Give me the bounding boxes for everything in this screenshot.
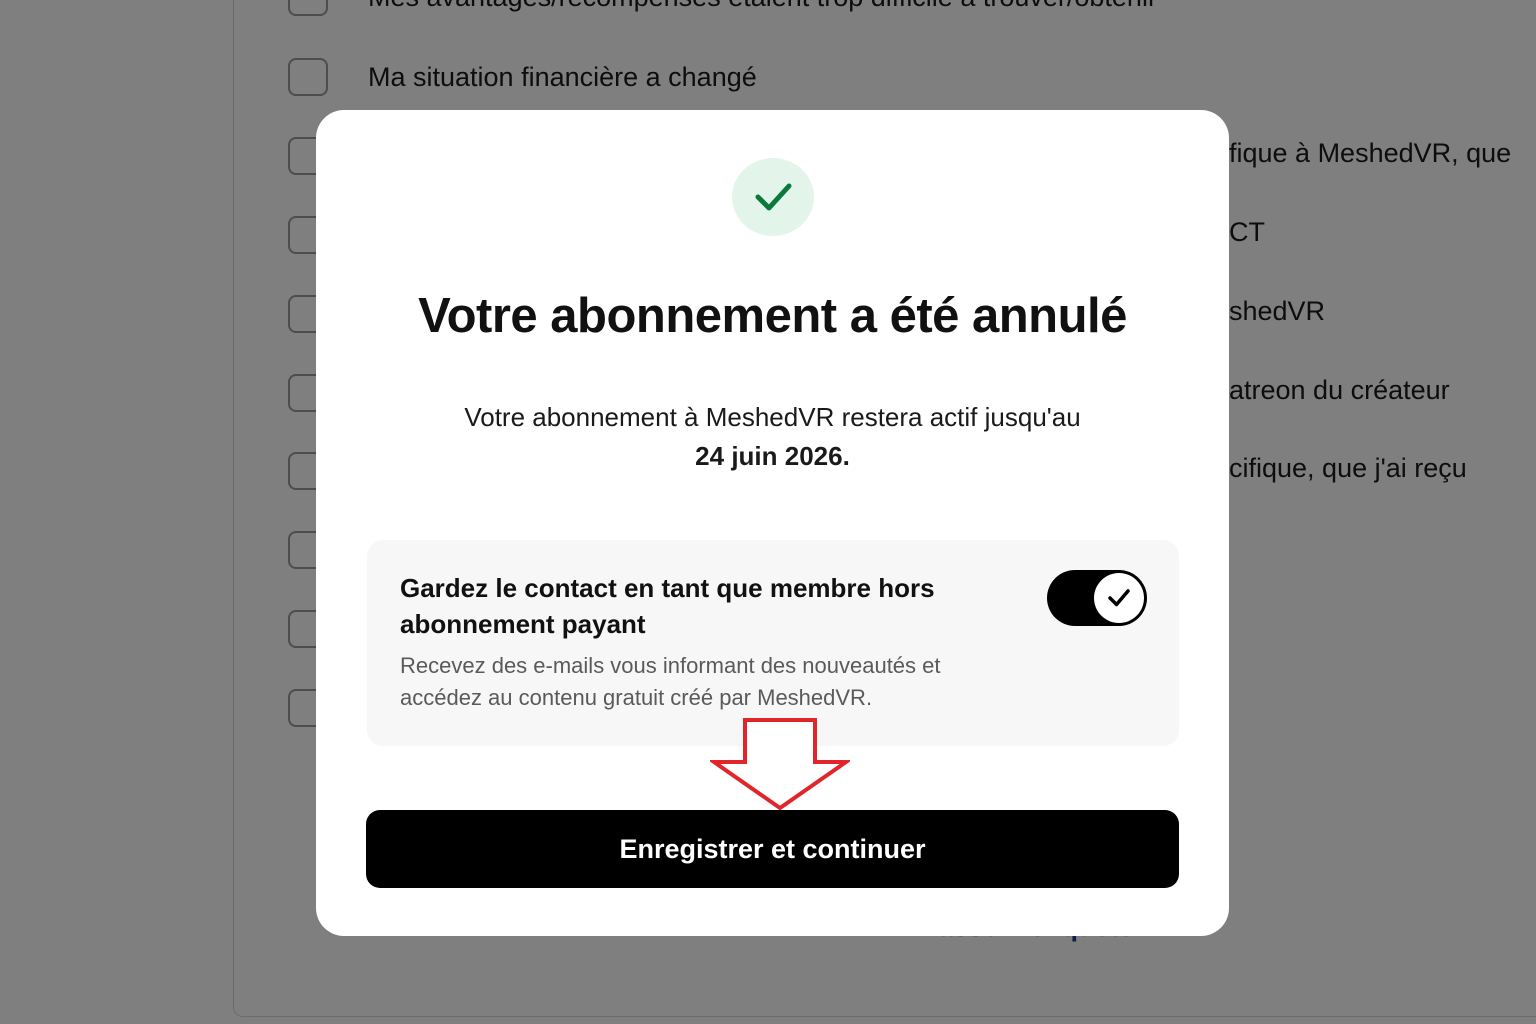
dialog-message-text: Votre abonnement à MeshedVR restera acti…	[464, 402, 1081, 432]
arrow-down-icon	[710, 718, 850, 810]
check-icon	[1108, 589, 1130, 607]
date-period: .	[842, 441, 850, 471]
follow-option-card: Gardez le contact en tant que membre hor…	[367, 540, 1179, 746]
toggle-knob	[1094, 573, 1144, 623]
check-icon	[755, 183, 792, 211]
dialog-message: Votre abonnement à MeshedVR restera acti…	[376, 398, 1169, 476]
save-and-continue-button[interactable]: Enregistrer et continuer	[366, 810, 1179, 888]
cancellation-dialog: Votre abonnement a été annulé Votre abon…	[316, 110, 1229, 936]
success-badge	[732, 158, 814, 236]
follow-option-title: Gardez le contact en tant que membre hor…	[400, 573, 935, 639]
page: Mes avantages/récompenses étaient trop d…	[0, 0, 1536, 1024]
follow-toggle[interactable]	[1047, 570, 1147, 626]
follow-option-description: Recevez des e-mails vous informant des n…	[400, 653, 941, 710]
active-until-date: 24 juin 2026	[695, 441, 843, 471]
dialog-title: Votre abonnement a été annulé	[418, 289, 1127, 343]
